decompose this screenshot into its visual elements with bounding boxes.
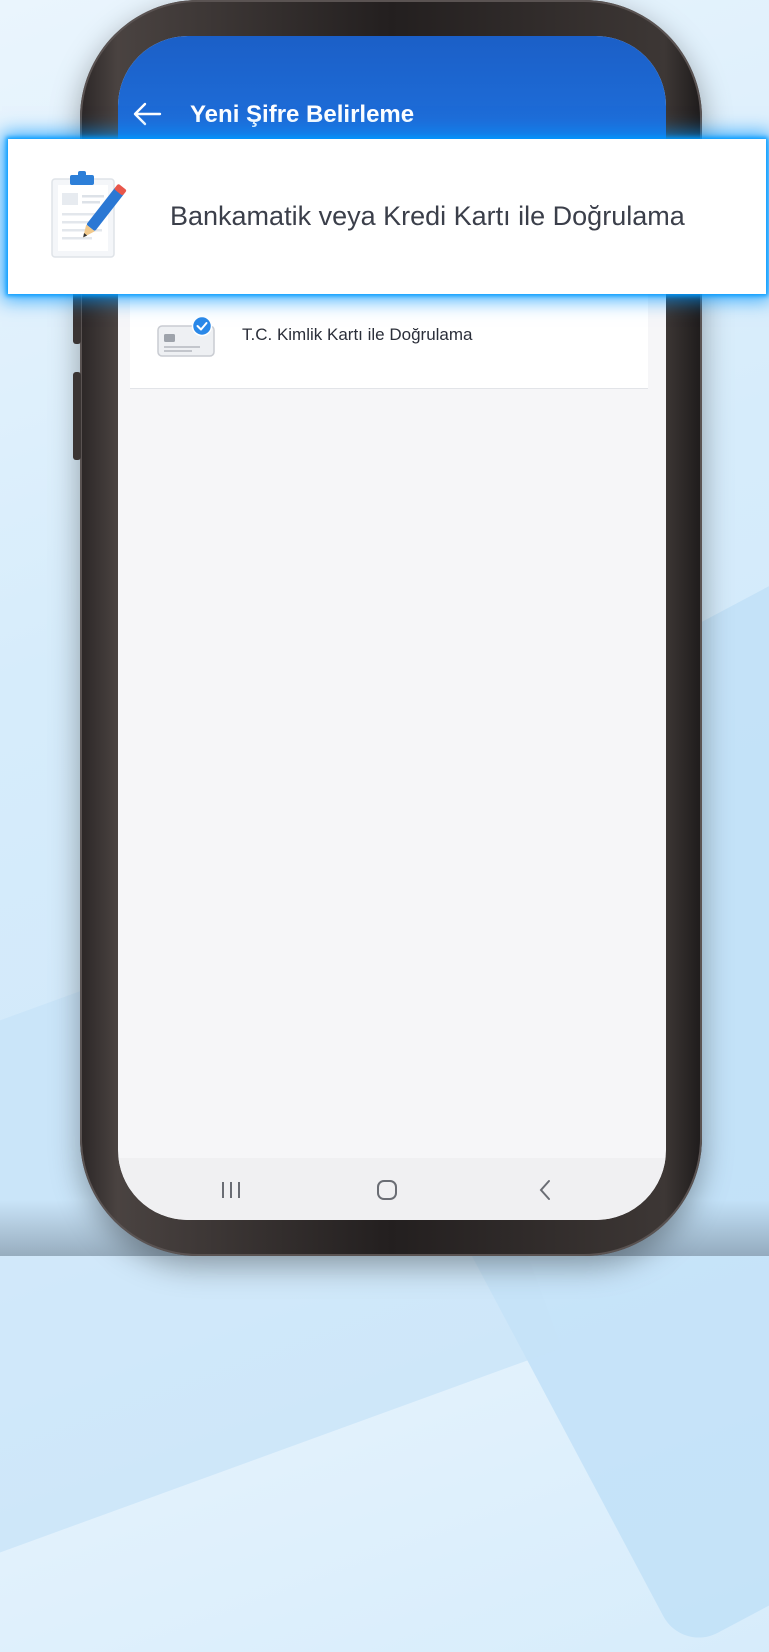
- android-nav-bar: [118, 1158, 666, 1220]
- home-icon[interactable]: [372, 1176, 402, 1204]
- phone-side-button: [73, 372, 81, 460]
- option-label: T.C. Kimlik Kartı ile Doğrulama: [242, 325, 473, 344]
- id-card-check-icon: [156, 315, 216, 358]
- option-label: Bankamatik veya Kredi Kartı ile Doğrulam…: [170, 201, 685, 231]
- clipboard-pencil-icon: [48, 169, 128, 261]
- app-header: Yeni Şifre Belirleme: [118, 36, 666, 156]
- back-chevron-icon[interactable]: [530, 1176, 560, 1204]
- arrow-left-icon[interactable]: [132, 100, 162, 128]
- page-title: Yeni Şifre Belirleme: [190, 101, 415, 128]
- option-id-card-verification[interactable]: T.C. Kimlik Kartı ile Doğrulama: [130, 286, 648, 389]
- option-bank-card-verification[interactable]: Bankamatik veya Kredi Kartı ile Doğrulam…: [8, 139, 766, 294]
- recent-apps-icon[interactable]: [216, 1176, 246, 1204]
